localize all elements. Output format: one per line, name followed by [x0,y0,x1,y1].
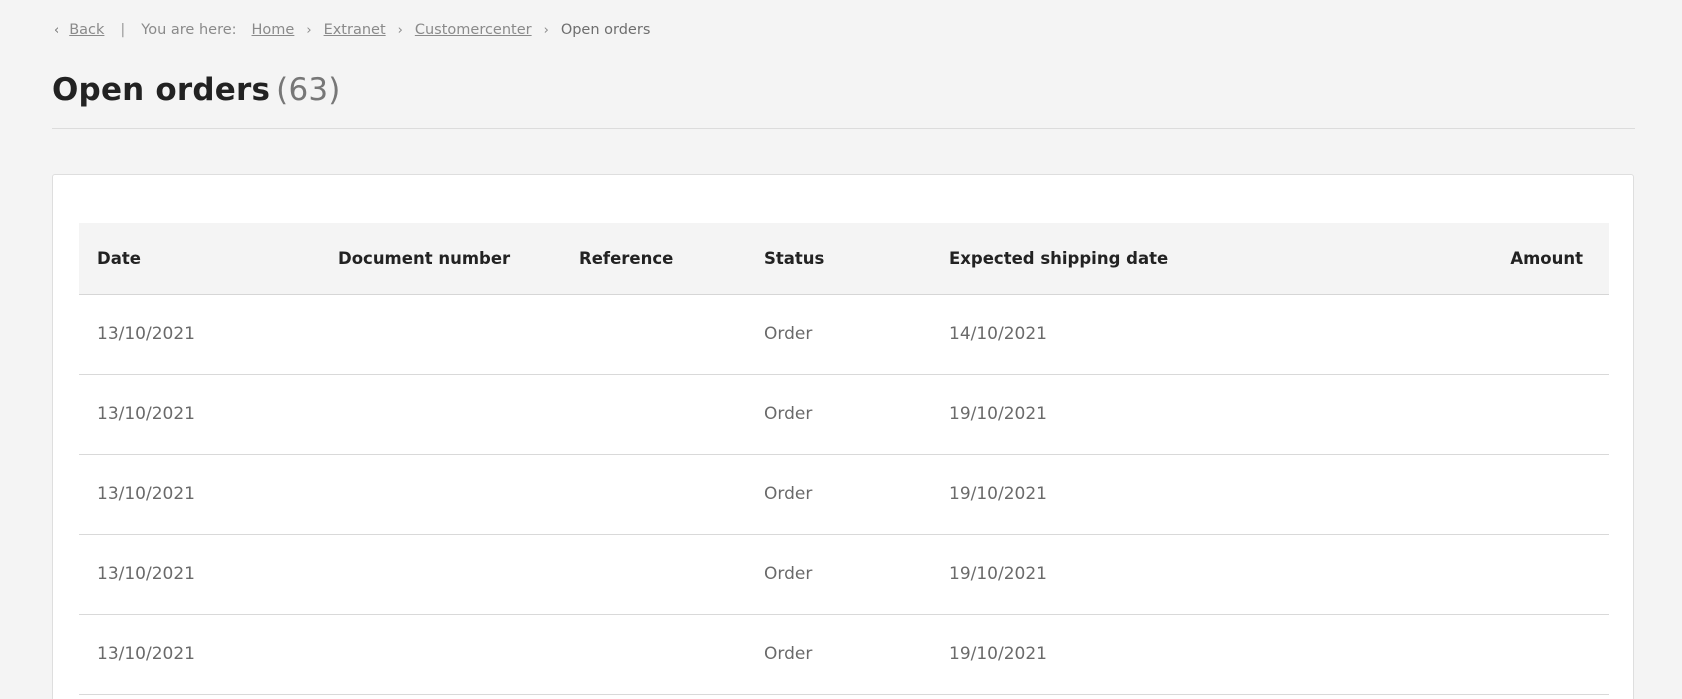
order-count: (63) [276,72,341,108]
column-header-document-number[interactable]: Document number [320,223,561,295]
cell-amount [1331,534,1609,615]
chevron-right-icon: › [306,22,312,38]
breadcrumb-you-are-here: You are here: [141,22,237,38]
cell-amount [1331,614,1609,695]
breadcrumb-current: Open orders [560,22,651,38]
page-title-text: Open orders [52,72,271,108]
cell-expected-shipping-date: 19/10/2021 [931,614,1331,695]
breadcrumb-home[interactable]: Home [252,22,295,38]
breadcrumb-extranet[interactable]: Extranet [324,22,386,38]
chevron-right-icon: › [543,22,549,38]
breadcrumb-customercenter[interactable]: Customercenter [415,22,532,38]
breadcrumb-divider: | [120,22,126,38]
column-header-date[interactable]: Date [79,223,320,295]
table-header-row: Date Document number Reference Status Ex… [79,223,1609,295]
cell-expected-shipping-date: 19/10/2021 [931,454,1331,535]
cell-amount [1331,294,1609,375]
page-title: Open orders (63) [52,72,341,108]
table-row[interactable]: 13/10/2021 Order 14/10/2021 [79,294,1609,375]
cell-document-number [320,374,561,455]
cell-status: Order [746,614,931,695]
cell-date: 13/10/2021 [79,534,320,615]
orders-card: Date Document number Reference Status Ex… [52,174,1634,699]
cell-date: 13/10/2021 [79,614,320,695]
cell-expected-shipping-date: 19/10/2021 [931,374,1331,455]
cell-reference [561,534,746,615]
cell-reference [561,614,746,695]
title-divider [52,128,1635,129]
cell-document-number [320,294,561,375]
breadcrumb: ‹ Back | You are here: Home › Extranet ›… [54,18,650,42]
cell-document-number [320,614,561,695]
cell-amount [1331,454,1609,535]
cell-expected-shipping-date: 19/10/2021 [931,534,1331,615]
table-row[interactable]: 13/10/2021 Order 19/10/2021 [79,454,1609,535]
cell-reference [561,374,746,455]
cell-amount [1331,374,1609,455]
cell-reference [561,294,746,375]
table-row[interactable]: 13/10/2021 Order 19/10/2021 [79,374,1609,455]
chevron-right-icon: › [397,22,403,38]
column-header-status[interactable]: Status [746,223,931,295]
page: ‹ Back | You are here: Home › Extranet ›… [0,0,1682,699]
column-header-reference[interactable]: Reference [561,223,746,295]
cell-document-number [320,454,561,535]
table-row[interactable]: 13/10/2021 Order 19/10/2021 [79,534,1609,615]
cell-status: Order [746,294,931,375]
cell-date: 13/10/2021 [79,454,320,535]
cell-reference [561,454,746,535]
table-row[interactable]: 13/10/2021 Order 19/10/2021 [79,614,1609,695]
cell-date: 13/10/2021 [79,294,320,375]
cell-document-number [320,534,561,615]
cell-status: Order [746,374,931,455]
cell-status: Order [746,534,931,615]
cell-status: Order [746,454,931,535]
orders-table: Date Document number Reference Status Ex… [79,223,1609,695]
column-header-amount[interactable]: Amount [1331,223,1609,295]
cell-expected-shipping-date: 14/10/2021 [931,294,1331,375]
cell-date: 13/10/2021 [79,374,320,455]
chevron-left-icon[interactable]: ‹ [54,23,59,38]
column-header-expected-shipping-date[interactable]: Expected shipping date [931,223,1331,295]
back-link[interactable]: Back [69,22,104,38]
